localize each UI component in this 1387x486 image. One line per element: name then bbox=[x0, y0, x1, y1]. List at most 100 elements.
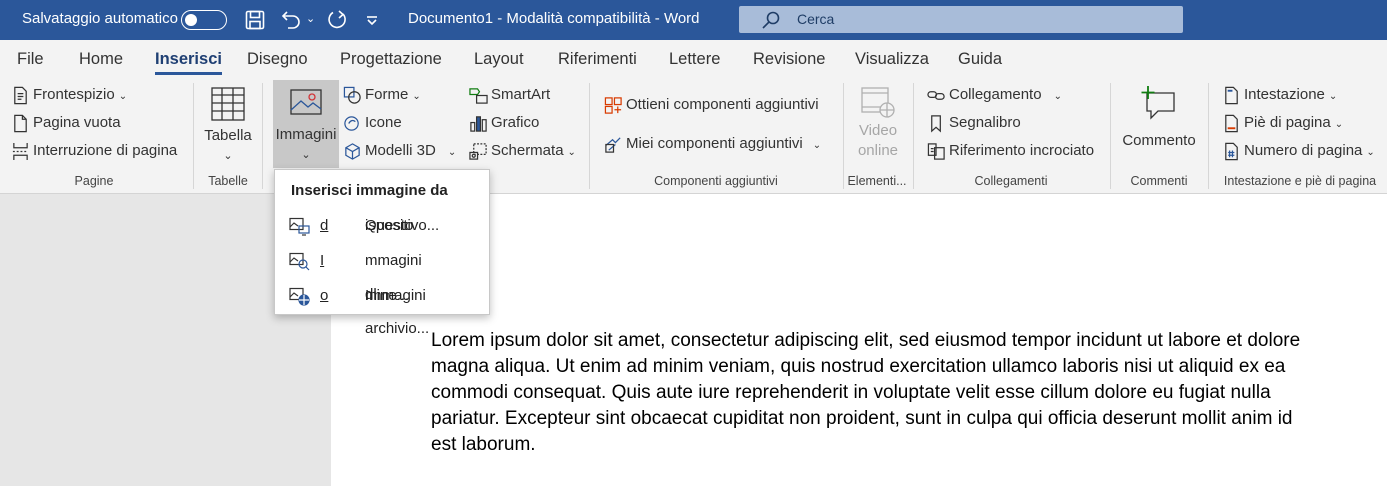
numero-di-pagina-label: Numero di pagina ⌄ bbox=[1244, 142, 1375, 159]
search-icon bbox=[762, 11, 780, 29]
immagini-button[interactable]: Immagini ⌄ bbox=[273, 80, 339, 168]
menu-tabs: File Home Inserisci Disegno Progettazion… bbox=[0, 40, 1387, 77]
menu-item-online-images[interactable]: Immagini o nline... bbox=[275, 279, 489, 313]
autosave-label: Salvataggio automatico bbox=[22, 10, 178, 27]
separator bbox=[589, 83, 590, 189]
document-title: Documento1 - Modalità compatibilità - Wo… bbox=[408, 10, 700, 27]
group-label-componenti: Componenti aggiuntivi bbox=[654, 174, 778, 188]
video-online-button[interactable]: Video online bbox=[850, 83, 906, 167]
immagini-label: Immagini bbox=[275, 126, 337, 143]
ottieni-componenti-label: Ottieni componenti aggiuntivi bbox=[626, 96, 819, 113]
group-label-tabelle: Tabelle bbox=[208, 174, 248, 188]
this-device-label: Questo d ispositivo... bbox=[320, 217, 440, 234]
ribbon: Frontespizio ⌄ Pagina vuota Interruzione … bbox=[0, 77, 1387, 194]
tab-home[interactable]: Home bbox=[79, 40, 123, 77]
schermata-label: Schermata ⌄ bbox=[491, 142, 576, 159]
header-icon bbox=[1225, 86, 1238, 105]
search-placeholder: Cerca bbox=[797, 11, 835, 27]
tab-disegno[interactable]: Disegno bbox=[247, 40, 308, 77]
page-number-icon bbox=[1225, 142, 1238, 161]
tab-progettazione[interactable]: Progettazione bbox=[340, 40, 442, 77]
autosave-toggle[interactable] bbox=[181, 10, 227, 30]
toggle-knob bbox=[185, 14, 197, 26]
tab-riferimenti[interactable]: Riferimenti bbox=[558, 40, 637, 77]
undo-icon[interactable] bbox=[279, 8, 303, 32]
pictures-icon bbox=[290, 89, 322, 115]
separator bbox=[262, 83, 263, 189]
title-bar: Salvataggio automatico ⌄ Documento1 - Mo… bbox=[0, 0, 1387, 40]
new-comment-icon bbox=[1141, 86, 1175, 120]
tab-lettere[interactable]: Lettere bbox=[669, 40, 720, 77]
cross-reference-icon bbox=[927, 143, 945, 160]
document-body[interactable]: Lorem ipsum dolor sit amet, consectetur … bbox=[431, 328, 1301, 458]
chart-icon bbox=[470, 116, 487, 132]
miei-componenti-label: Miei componenti aggiuntivi ⌄ bbox=[626, 135, 822, 152]
cover-page-icon bbox=[14, 86, 27, 105]
pagina-vuota-label: Pagina vuota bbox=[33, 114, 121, 131]
icone-label: Icone bbox=[365, 114, 402, 131]
video-line1: Video bbox=[858, 122, 898, 139]
tab-inserisci[interactable]: Inserisci bbox=[155, 40, 222, 77]
riferimento-incrociato-label: Riferimento incrociato bbox=[949, 142, 1095, 159]
tab-visualizza[interactable]: Visualizza bbox=[855, 40, 929, 77]
group-label-elementi: Elementi... bbox=[847, 174, 907, 188]
tabella-label: Tabella bbox=[204, 127, 252, 144]
tab-revisione[interactable]: Revisione bbox=[753, 40, 825, 77]
online-images-icon bbox=[289, 287, 310, 306]
separator bbox=[1208, 83, 1209, 189]
tab-guida[interactable]: Guida bbox=[958, 40, 1002, 77]
modelli-3d-label: Modelli 3D ⌄ bbox=[365, 142, 457, 159]
my-addins-icon bbox=[605, 137, 621, 153]
table-icon bbox=[211, 87, 245, 121]
footer-icon bbox=[1225, 114, 1238, 133]
separator bbox=[193, 83, 194, 189]
store-icon bbox=[604, 97, 622, 114]
group-label-commenti: Commenti bbox=[1130, 174, 1188, 188]
redo-icon[interactable] bbox=[325, 8, 349, 32]
save-icon[interactable] bbox=[243, 8, 267, 32]
immagini-dropdown-icon: ⌄ bbox=[301, 149, 311, 161]
smartart-label: SmartArt bbox=[491, 86, 551, 103]
group-label-pagine: Pagine bbox=[74, 174, 114, 188]
menu-item-this-device[interactable]: Questo d ispositivo... bbox=[275, 209, 489, 243]
collegamento-label: Collegamento ⌄ bbox=[949, 86, 1062, 103]
3d-models-icon bbox=[345, 143, 360, 160]
blank-page-icon bbox=[14, 114, 27, 133]
group-label-intestazione: Intestazione e piè di pagina bbox=[1223, 174, 1377, 188]
separator bbox=[843, 83, 844, 189]
forme-label: Forme ⌄ bbox=[365, 86, 421, 103]
icons-icon bbox=[344, 116, 359, 131]
page-break-icon bbox=[12, 142, 28, 161]
tab-file[interactable]: File bbox=[17, 40, 44, 77]
smartart-icon bbox=[469, 88, 488, 104]
group-label-collegamenti: Collegamenti bbox=[974, 174, 1048, 188]
segnalibro-label: Segnalibro bbox=[949, 114, 1021, 131]
tab-layout[interactable]: Layout bbox=[474, 40, 524, 77]
this-device-icon bbox=[289, 217, 310, 236]
commento-label: Commento bbox=[1122, 132, 1196, 149]
interruzione-pagina-label: Interruzione di pagina bbox=[33, 142, 178, 159]
shapes-icon bbox=[343, 86, 361, 104]
commento-button[interactable]: Commento bbox=[1117, 83, 1201, 167]
undo-dropdown-icon[interactable]: ⌄ bbox=[306, 0, 315, 40]
online-video-icon bbox=[861, 87, 895, 118]
tabella-dropdown-icon: ⌄ bbox=[223, 150, 233, 162]
link-icon bbox=[927, 91, 945, 100]
grafico-label: Grafico bbox=[491, 114, 540, 131]
menu-item-stock-images[interactable]: Immagini di archivio... bbox=[275, 244, 489, 337]
video-line2: online bbox=[857, 142, 899, 159]
screenshot-icon bbox=[469, 143, 487, 160]
separator bbox=[913, 83, 914, 189]
frontespizio-label: Frontespizio ⌄ bbox=[33, 86, 128, 103]
intestazione-label: Intestazione ⌄ bbox=[1244, 86, 1338, 103]
tabella-button[interactable]: Tabella ⌄ bbox=[200, 81, 256, 165]
insert-picture-dropdown: Inserisci immagine da Questo d ispositivo… bbox=[274, 169, 490, 337]
pie-di-pagina-label: Piè di pagina ⌄ bbox=[1244, 114, 1344, 131]
search-box[interactable]: Cerca bbox=[739, 6, 1183, 33]
stock-images-icon bbox=[289, 252, 310, 271]
separator bbox=[1110, 83, 1111, 189]
customize-icon[interactable] bbox=[360, 8, 384, 32]
bookmark-icon bbox=[931, 115, 941, 133]
online-images-label: Immagini o nline... bbox=[320, 287, 426, 304]
dropdown-header: Inserisci immagine da bbox=[291, 182, 448, 199]
